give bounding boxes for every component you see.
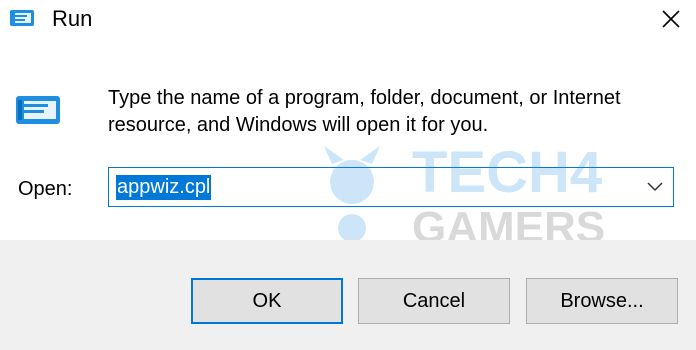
- dropdown-button[interactable]: [641, 173, 669, 201]
- title-bar: Run: [0, 0, 696, 42]
- run-icon: [10, 10, 34, 26]
- open-label: Open:: [18, 178, 73, 200]
- chevron-down-icon: [647, 182, 663, 192]
- close-icon: [662, 10, 680, 28]
- description-text: Type the name of a program, folder, docu…: [108, 87, 621, 136]
- cancel-button[interactable]: Cancel: [358, 278, 510, 324]
- close-button[interactable]: [646, 0, 696, 38]
- open-combobox[interactable]: appwiz.cpl: [108, 167, 674, 207]
- ok-button[interactable]: OK: [191, 278, 343, 324]
- browse-button[interactable]: Browse...: [526, 278, 678, 324]
- open-input[interactable]: [109, 168, 629, 206]
- window-title: Run: [52, 6, 93, 31]
- run-icon: [16, 96, 60, 124]
